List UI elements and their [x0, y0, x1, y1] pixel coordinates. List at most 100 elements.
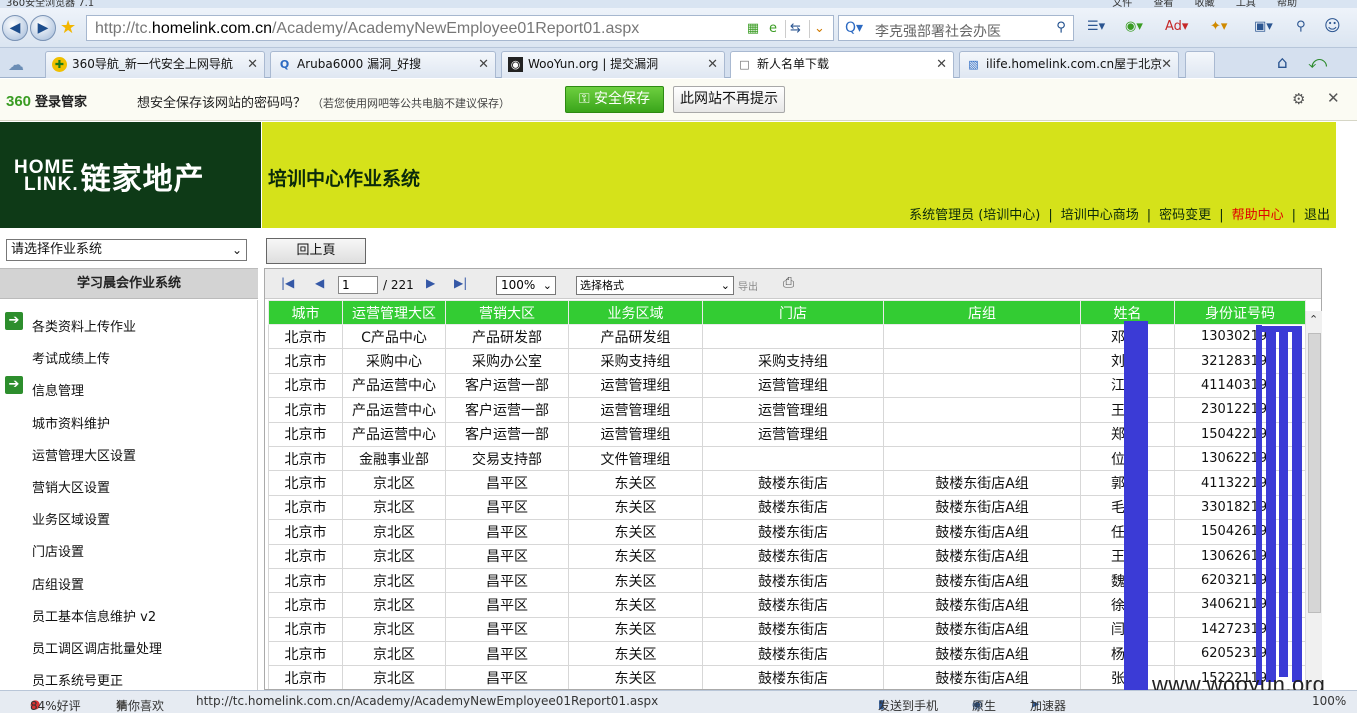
- sidebar-item[interactable]: 员工系统号更正: [32, 670, 123, 689]
- tab-360nav[interactable]: ✚ 360导航_新一代安全上网导航 ✕: [45, 51, 265, 78]
- export-link[interactable]: 导出: [738, 278, 758, 293]
- back-page-button[interactable]: 回上頁: [266, 238, 366, 264]
- search-engine-icon[interactable]: Q▾: [845, 20, 863, 36]
- tab-new-employee-download[interactable]: □ 新人名单下载 ✕: [730, 51, 954, 78]
- status-zoom[interactable]: 100%: [1312, 694, 1346, 708]
- menu-favorites[interactable]: 收藏: [1195, 0, 1215, 8]
- table-row[interactable]: 北京市 金融事业部 交易支持部 文件管理组位 130622198: [268, 445, 1306, 472]
- column-header[interactable]: 业务区域: [568, 300, 703, 325]
- table-row[interactable]: 北京市 京北区 昌平区 东关区 鼓楼东街店 鼓楼东街店A组闫 142723198: [268, 616, 1306, 643]
- cloud-icon[interactable]: ☁: [8, 55, 24, 74]
- sidebar-item[interactable]: 考试成绩上传: [32, 348, 110, 367]
- close-icon[interactable]: ✕: [478, 52, 489, 77]
- sidebar-item[interactable]: 各类资料上传作业: [32, 316, 136, 335]
- favorite-star-icon[interactable]: ★: [60, 17, 76, 38]
- save-password-button[interactable]: ⚿ 安全保存: [565, 86, 664, 113]
- column-header[interactable]: 身份证号码: [1174, 300, 1306, 325]
- return-arrow-icon[interactable]: ⤺: [1308, 52, 1327, 73]
- table-row[interactable]: 北京市 采购中心 采购办公室 采购支持组 采购支持组刘 321283198: [268, 348, 1306, 374]
- print-icon[interactable]: ⎙: [783, 275, 794, 291]
- tab-ilife[interactable]: ▧ ilife.homelink.com.cn屋于北京 ✕: [959, 51, 1179, 78]
- column-header[interactable]: 城市: [268, 300, 343, 325]
- logout-link[interactable]: 退出: [1304, 208, 1330, 223]
- adblock-icon[interactable]: Ad▾: [1165, 19, 1188, 34]
- forward-arrow-icon[interactable]: ▶: [30, 15, 56, 41]
- menu-file[interactable]: 文件: [1112, 0, 1132, 8]
- sidebar-item[interactable]: 店组设置: [32, 574, 84, 593]
- sidebar-item[interactable]: 城市资料维护: [32, 413, 110, 432]
- close-icon[interactable]: ✕: [247, 52, 258, 77]
- table-row[interactable]: 北京市 产品运营中心 客户运营一部 运营管理组 运营管理组王 230122198: [268, 397, 1306, 423]
- screenshot-icon[interactable]: ▣▾: [1254, 19, 1273, 34]
- tab-haosou[interactable]: Q Aruba6000 漏洞_好搜 ✕: [270, 51, 496, 78]
- column-header[interactable]: 营销大区: [445, 300, 569, 325]
- export-format-select[interactable]: 选择格式 ⌄: [576, 276, 734, 295]
- table-row[interactable]: 北京市 产品运营中心 客户运营一部 运营管理组 运营管理组江 411403198: [268, 372, 1306, 399]
- extensions-icon[interactable]: ✦▾: [1210, 19, 1227, 34]
- close-icon[interactable]: ✕: [1327, 89, 1340, 107]
- column-header[interactable]: 门店: [702, 300, 884, 325]
- next-page-icon[interactable]: ▶: [426, 276, 435, 290]
- system-select[interactable]: 请选择作业系统 ⌄: [6, 239, 247, 261]
- last-page-icon[interactable]: ▶|: [454, 276, 467, 290]
- back-arrow-icon[interactable]: ◀: [2, 15, 28, 41]
- address-bar[interactable]: http://tc.homelink.com.cn/Academy/Academ…: [86, 15, 834, 41]
- scroll-up-icon[interactable]: ⌃: [1309, 313, 1318, 326]
- page-number-input[interactable]: 1: [338, 276, 378, 294]
- never-ask-button[interactable]: 此网站不再提示: [673, 86, 785, 113]
- compat-mode-icon[interactable]: e: [763, 20, 783, 38]
- menu-view[interactable]: 查看: [1153, 0, 1173, 8]
- table-row[interactable]: 北京市 京北区 昌平区 东关区 鼓楼东街店 鼓楼东街店A组张 152221198: [268, 665, 1306, 689]
- table-row[interactable]: 北京市 京北区 昌平区 东关区 鼓楼东街店 鼓楼东街店A组毛 330182198: [268, 494, 1306, 521]
- qr-code-icon[interactable]: ▦: [743, 20, 763, 38]
- menu-tools[interactable]: 工具: [1236, 0, 1256, 8]
- mall-link[interactable]: 培训中心商场: [1061, 208, 1139, 223]
- scrollbar-thumb[interactable]: [1308, 333, 1321, 613]
- new-tab-button[interactable]: [1185, 51, 1215, 78]
- chevron-down-icon: ⌄: [542, 279, 552, 292]
- admin-link[interactable]: 系统管理员 (培训中心): [909, 208, 1040, 223]
- home-icon[interactable]: ⌂: [1277, 53, 1288, 73]
- dropdown-chevron-icon[interactable]: ⌄: [809, 20, 829, 38]
- user-avatar-icon[interactable]: ☺: [1324, 16, 1341, 35]
- column-header[interactable]: 店组: [883, 300, 1081, 325]
- url-text[interactable]: http://tc.homelink.com.cn/Academy/Academ…: [95, 20, 639, 38]
- security-shield-icon[interactable]: ◉▾: [1125, 19, 1143, 34]
- vertical-scrollbar[interactable]: ⌃: [1305, 311, 1322, 690]
- close-icon[interactable]: ✕: [707, 52, 718, 77]
- sidebar-item[interactable]: 门店设置: [32, 541, 84, 560]
- close-icon[interactable]: ✕: [936, 52, 947, 77]
- table-row[interactable]: 北京市 C产品中心 产品研发部 产品研发组邓 130302197: [268, 323, 1306, 350]
- mouse-gesture-icon[interactable]: ☰▾: [1087, 19, 1105, 34]
- find-icon[interactable]: ⚲: [1296, 19, 1306, 34]
- menu-help[interactable]: 帮助: [1277, 0, 1297, 8]
- sidebar-item[interactable]: 员工调区调店批量处理: [32, 638, 162, 657]
- search-input[interactable]: 李克强部署社会办医: [875, 21, 1001, 41]
- gear-icon[interactable]: ⚙: [1292, 90, 1305, 108]
- prev-page-icon[interactable]: ◀: [315, 276, 324, 290]
- table-row[interactable]: 北京市 京北区 昌平区 东关区 鼓楼东街店 鼓楼东街店A组王 130626198: [268, 543, 1306, 569]
- table-row[interactable]: 北京市 京北区 昌平区 东关区 鼓楼东街店 鼓楼东街店A组徐 340621198: [268, 592, 1306, 618]
- zoom-select[interactable]: 100% ⌄: [496, 276, 556, 295]
- refresh-icon[interactable]: ⇆: [785, 20, 805, 38]
- homelink-logo[interactable]: HOME LINK.链家地产: [14, 154, 205, 198]
- sidebar-item[interactable]: 员工基本信息维护 v2: [32, 606, 156, 625]
- sidebar-item[interactable]: 信息管理: [32, 380, 84, 399]
- table-row[interactable]: 北京市 京北区 昌平区 东关区 鼓楼东街店 鼓楼东街店A组魏 620321198: [268, 567, 1306, 594]
- change-password-link[interactable]: 密码变更: [1159, 208, 1211, 223]
- close-icon[interactable]: ✕: [1161, 52, 1172, 77]
- search-icon[interactable]: ⚲: [1051, 18, 1071, 38]
- search-box[interactable]: Q▾ 李克强部署社会办医 ⚲: [838, 15, 1074, 41]
- column-header[interactable]: 运营管理大区: [342, 300, 446, 325]
- first-page-icon[interactable]: |◀: [281, 276, 294, 290]
- table-row[interactable]: 北京市 京北区 昌平区 东关区 鼓楼东街店 鼓楼东街店A组郭 411322198: [268, 470, 1306, 496]
- tab-label: ilife.homelink.com.cn屋于北京: [986, 57, 1163, 71]
- table-row[interactable]: 北京市 京北区 昌平区 东关区 鼓楼东街店 鼓楼东街店A组任 150426198: [268, 519, 1306, 545]
- table-row[interactable]: 北京市 产品运营中心 客户运营一部 运营管理组 运营管理组郑 150422198: [268, 421, 1306, 447]
- sidebar-item[interactable]: 业务区域设置: [32, 509, 110, 528]
- table-row[interactable]: 北京市 京北区 昌平区 东关区 鼓楼东街店 鼓楼东街店A组杨 620523198: [268, 641, 1306, 667]
- sidebar-item[interactable]: 运营管理大区设置: [32, 445, 136, 464]
- sidebar-item[interactable]: 营销大区设置: [32, 477, 110, 496]
- help-center-link[interactable]: 帮助中心: [1232, 208, 1284, 223]
- tab-wooyun[interactable]: ◉ WooYun.org | 提交漏洞 ✕: [501, 51, 725, 78]
